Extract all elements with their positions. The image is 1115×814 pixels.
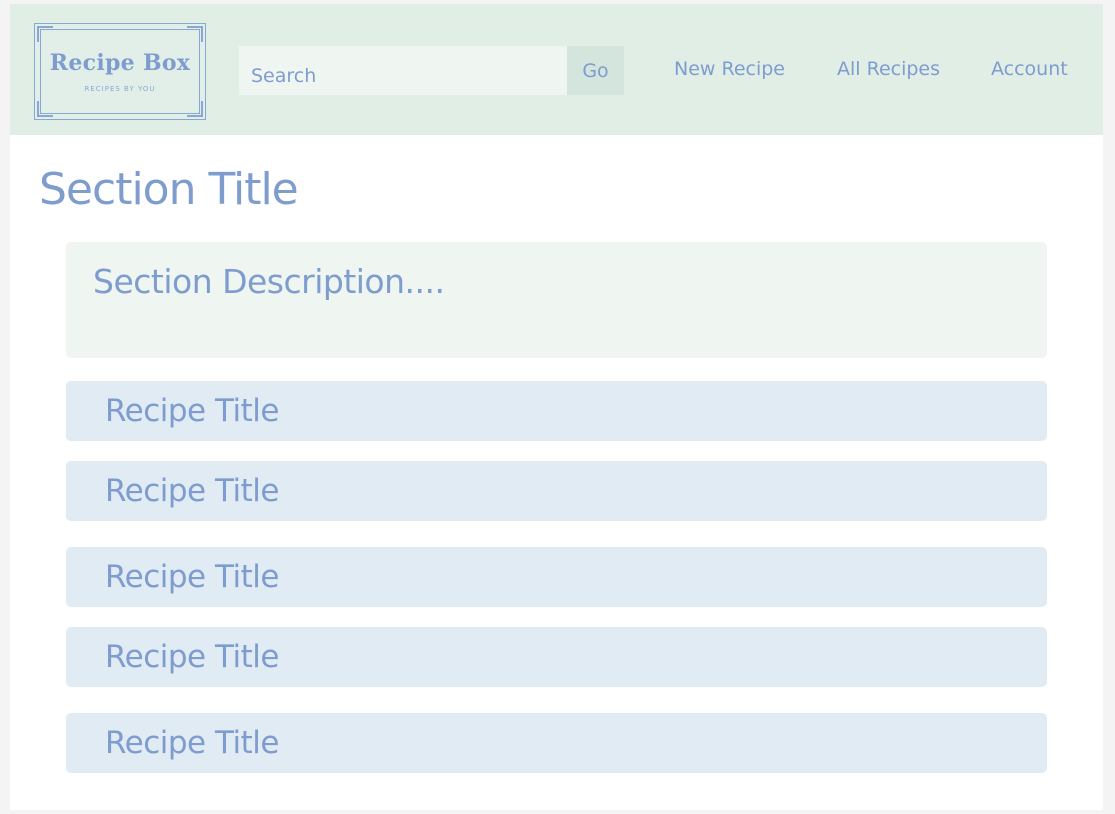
recipe-title: Recipe Title [105,393,279,429]
section-description-box: Section Description.... [66,242,1047,358]
recipe-title: Recipe Title [105,559,279,595]
recipe-list-item[interactable]: Recipe Title [66,381,1047,441]
logo-subtitle: RECIPES BY YOU [84,85,156,93]
recipe-box-logo[interactable]: Recipe Box RECIPES BY YOU [34,23,206,120]
recipe-list-item[interactable]: Recipe Title [66,547,1047,607]
recipe-list-item[interactable]: Recipe Title [66,461,1047,521]
search-go-button[interactable]: Go [567,46,624,95]
section-title: Section Title [39,164,299,215]
section-description-text: Section Description.... [93,262,445,301]
search-input[interactable] [239,46,567,95]
nav-new-recipe[interactable]: New Recipe [674,58,785,80]
logo-corner-ornament [187,101,203,117]
recipe-title: Recipe Title [105,725,279,761]
page-frame: Recipe Box RECIPES BY YOU Go New Recipe … [10,4,1103,810]
logo-corner-ornament [37,101,53,117]
nav-account[interactable]: Account [991,58,1068,80]
recipe-title: Recipe Title [105,473,279,509]
recipe-title: Recipe Title [105,639,279,675]
logo-title: Recipe Box [49,50,191,76]
recipe-list-item[interactable]: Recipe Title [66,713,1047,773]
logo-corner-ornament [37,26,53,42]
nav-all-recipes[interactable]: All Recipes [837,58,940,80]
recipe-list-item[interactable]: Recipe Title [66,627,1047,687]
top-nav-bar: Recipe Box RECIPES BY YOU Go New Recipe … [10,4,1103,135]
logo-corner-ornament [187,26,203,42]
